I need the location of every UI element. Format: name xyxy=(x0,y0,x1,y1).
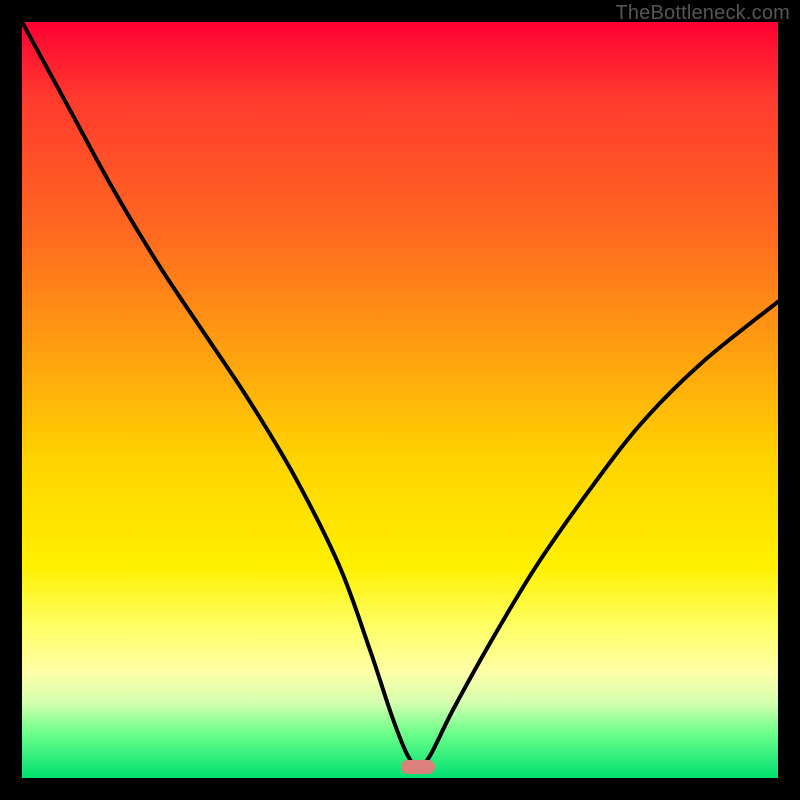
bottleneck-curve xyxy=(22,22,778,767)
plot-area xyxy=(22,22,778,778)
curve-svg xyxy=(22,22,778,778)
minimum-marker xyxy=(401,760,435,774)
chart-frame: TheBottleneck.com xyxy=(0,0,800,800)
